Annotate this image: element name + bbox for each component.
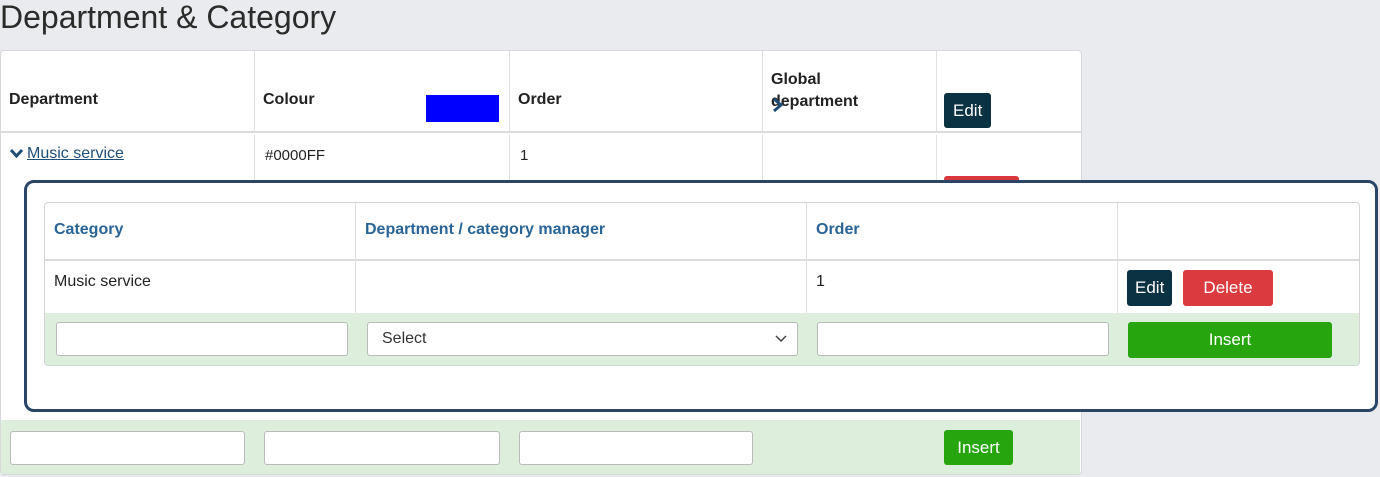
edit-category-button[interactable]: Edit [1127, 270, 1173, 306]
chevron-down-icon [9, 146, 24, 161]
category-order-cell: 1 [807, 261, 1118, 313]
department-link-music-service[interactable]: Music service [9, 145, 124, 163]
header-global-department: Global department [763, 51, 937, 133]
order-value: 1 [520, 147, 529, 164]
insert-category-button[interactable]: Insert [1128, 322, 1332, 358]
header-order: Order [510, 51, 763, 133]
category-cell: Music service [45, 261, 356, 313]
colour-swatch [426, 95, 499, 122]
colour-cell: #0000FF [255, 135, 510, 183]
colour-hex: #0000FF [265, 147, 326, 164]
new-category-input[interactable] [56, 322, 348, 356]
category-order-value: 1 [816, 273, 825, 290]
order-cell: 1 [510, 135, 763, 183]
category-name: Music service [54, 273, 151, 290]
chevron-down-icon [775, 330, 787, 346]
manager-cell [356, 261, 807, 313]
new-order-input[interactable] [519, 431, 753, 465]
new-colour-input[interactable] [264, 431, 500, 465]
header-manager: Department / category manager [356, 203, 807, 261]
new-department-input[interactable] [10, 431, 245, 465]
header-category-actions [1118, 203, 1359, 261]
page-title: Department & Category [0, 0, 337, 35]
header-category: Category [45, 203, 356, 261]
category-panel: Category Department / category manager O… [24, 180, 1378, 412]
delete-category-button[interactable]: Delete [1183, 270, 1273, 306]
header-department: Department [1, 51, 255, 133]
new-category-order-input[interactable] [817, 322, 1109, 356]
insert-department-button[interactable]: Insert [944, 430, 1013, 465]
chevron-right-icon[interactable] [772, 96, 784, 117]
header-category-order: Order [807, 203, 1118, 261]
category-table: Category Department / category manager O… [44, 202, 1360, 366]
edit-department-button[interactable]: Edit [944, 93, 992, 128]
department-name: Music service [27, 145, 124, 162]
manager-select[interactable]: Select [367, 322, 798, 356]
global-department-cell [763, 135, 937, 183]
